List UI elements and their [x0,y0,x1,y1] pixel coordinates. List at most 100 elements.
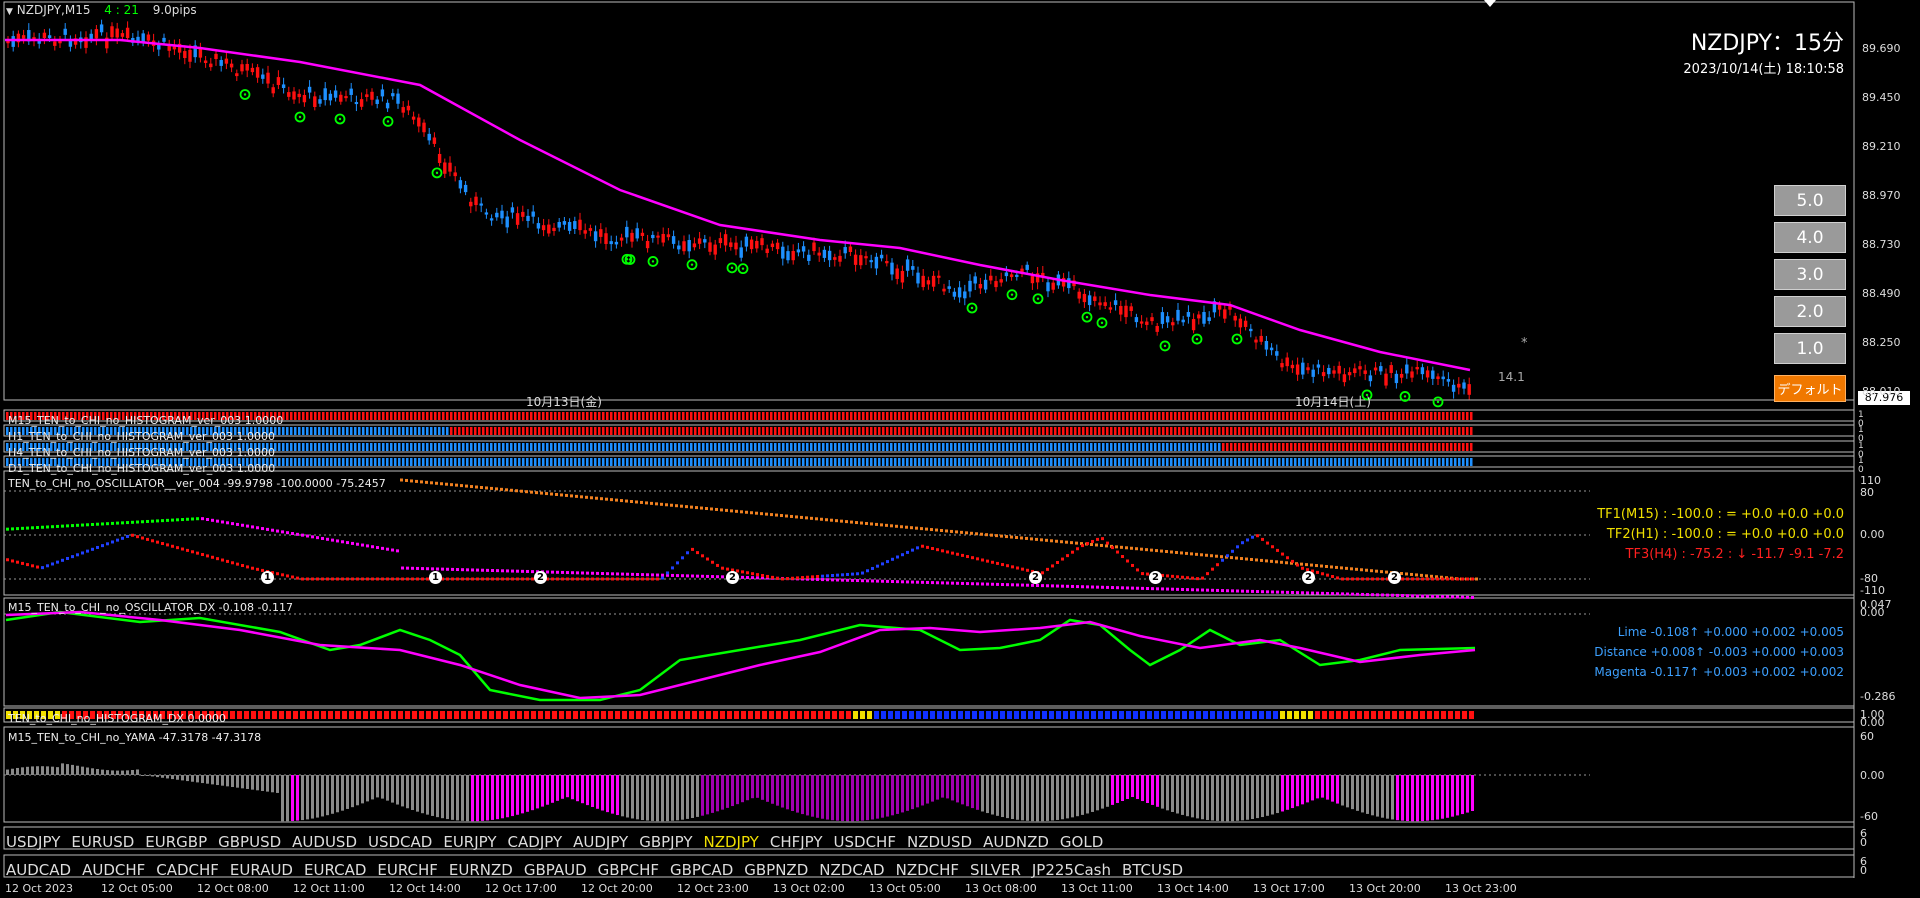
candle-body [1165,316,1170,323]
histogram-bar [1202,427,1205,435]
hist-dx-cell [244,711,249,719]
histogram-bar [502,427,505,435]
histogram-bar [1162,427,1165,435]
histogram-bar [762,412,765,420]
collapse-triangle-icon[interactable]: ▼ [6,7,13,17]
tf1-line [386,577,389,581]
candle-body [1451,384,1456,392]
candle-body [1332,370,1336,374]
histogram-bar [1454,443,1457,451]
tf3-line [825,518,828,522]
yama-bar [201,775,204,784]
tf1-line [886,560,889,564]
symbol-nzdusd[interactable]: NZDUSD [907,833,972,851]
yama-bar [1176,775,1179,814]
candle-body [562,221,567,225]
hist-dx-cell [1469,711,1474,719]
symbol-nzdcad[interactable]: NZDCAD [819,861,884,879]
symbol-audcad[interactable]: AUDCAD [6,861,71,879]
yama-bar [1011,775,1014,820]
histogram-bar [422,458,425,466]
symbol-audusd[interactable]: AUDUSD [292,833,357,851]
yama-bar [1096,775,1099,811]
symbol-gbpusd[interactable]: GBPUSD [218,833,281,851]
yama-bar [1426,775,1429,821]
symbol-audjpy[interactable]: AUDJPY [573,833,628,851]
tf1-line [411,577,414,581]
size-button-2[interactable]: 2.0 [1774,296,1846,327]
tf3-line [745,510,748,514]
symbol-euraud[interactable]: EURAUD [230,861,293,879]
tf2-line [1231,589,1234,593]
tf3-line [425,480,428,484]
symbol-eurusd[interactable]: EURUSD [71,833,134,851]
symbol-gbpcad[interactable]: GBPCAD [670,861,733,879]
symbol-gbpchf[interactable]: GBPCHF [598,861,659,879]
yama-bar [1321,775,1324,798]
tf3-line [980,532,983,536]
histogram-bar [606,443,609,451]
tf2-line [1021,583,1024,587]
yama-bar [231,775,234,788]
symbol-usdchf[interactable]: USDCHF [834,833,896,851]
symbol-btcusd[interactable]: BTCUSD [1122,861,1183,879]
symbol-eurchf[interactable]: EURCHF [377,861,438,879]
histogram-bar [942,427,945,435]
candle-body [817,252,821,256]
symbol-cadjpy[interactable]: CADJPY [508,833,563,851]
tf1-line [6,558,9,562]
histogram-bar [1242,458,1245,466]
symbol-eurgbp[interactable]: EURGBP [145,833,207,851]
size-button-1[interactable]: 1.0 [1774,333,1846,364]
symbol-eurnzd[interactable]: EURNZD [449,861,513,879]
hist-dx-cell [300,711,305,719]
candle-body [952,291,957,297]
tf3-line [985,533,988,537]
time-axis-label: 12 Oct 23:00 [677,882,749,895]
symbol-silver[interactable]: SILVER [970,861,1021,879]
yama-bar [171,775,174,780]
size-button-5[interactable]: 5.0 [1774,185,1846,216]
symbol-gbpaud[interactable]: GBPAUD [524,861,587,879]
histogram-bar [594,427,597,435]
yama-bar [856,775,859,821]
hist-dx-cell [1049,711,1054,719]
histogram-bar [1330,458,1333,466]
histogram-bar [414,427,417,435]
symbol-usdjpy[interactable]: USDJPY [6,833,60,851]
tf2-line [371,545,374,549]
symbol-gbpnzd[interactable]: GBPNZD [744,861,808,879]
symbol-jp225cash[interactable]: JP225Cash [1032,861,1111,879]
default-button[interactable]: デフォルト [1774,375,1846,402]
size-button-3[interactable]: 3.0 [1774,259,1846,290]
symbol-chfjpy[interactable]: CHFJPY [770,833,823,851]
tf2-line [871,579,874,583]
tf2-line [1411,594,1414,598]
symbol-usdcad[interactable]: USDCAD [368,833,432,851]
yama-bar [356,775,359,806]
symbol-eurjpy[interactable]: EURJPY [443,833,496,851]
symbol-eurcad[interactable]: EURCAD [304,861,366,879]
yama-bar [816,775,819,818]
tf3-line [1155,549,1158,553]
candle-body [630,232,634,242]
yama-bar [76,765,79,775]
symbol-nzdchf[interactable]: NZDCHF [896,861,959,879]
histogram-bar [634,458,637,466]
chart-canvas[interactable] [0,0,1920,898]
size-button-4[interactable]: 4.0 [1774,222,1846,253]
histogram-bar [974,412,977,420]
yama-bar [581,775,584,804]
symbol-audnzd[interactable]: AUDNZD [983,833,1049,851]
tf3-line [560,493,563,497]
tf2-line [1196,588,1199,592]
symbol-audchf[interactable]: AUDCHF [82,861,145,879]
symbol-cadchf[interactable]: CADCHF [156,861,219,879]
time-axis-label: 12 Oct 08:00 [197,882,269,895]
histogram-bar [942,458,945,466]
symbol-gold[interactable]: GOLD [1060,833,1103,851]
symbol-gbpjpy[interactable]: GBPJPY [639,833,692,851]
yama-bar [786,775,789,810]
histogram-bar [1350,412,1353,420]
symbol-nzdjpy[interactable]: NZDJPY [703,833,758,851]
